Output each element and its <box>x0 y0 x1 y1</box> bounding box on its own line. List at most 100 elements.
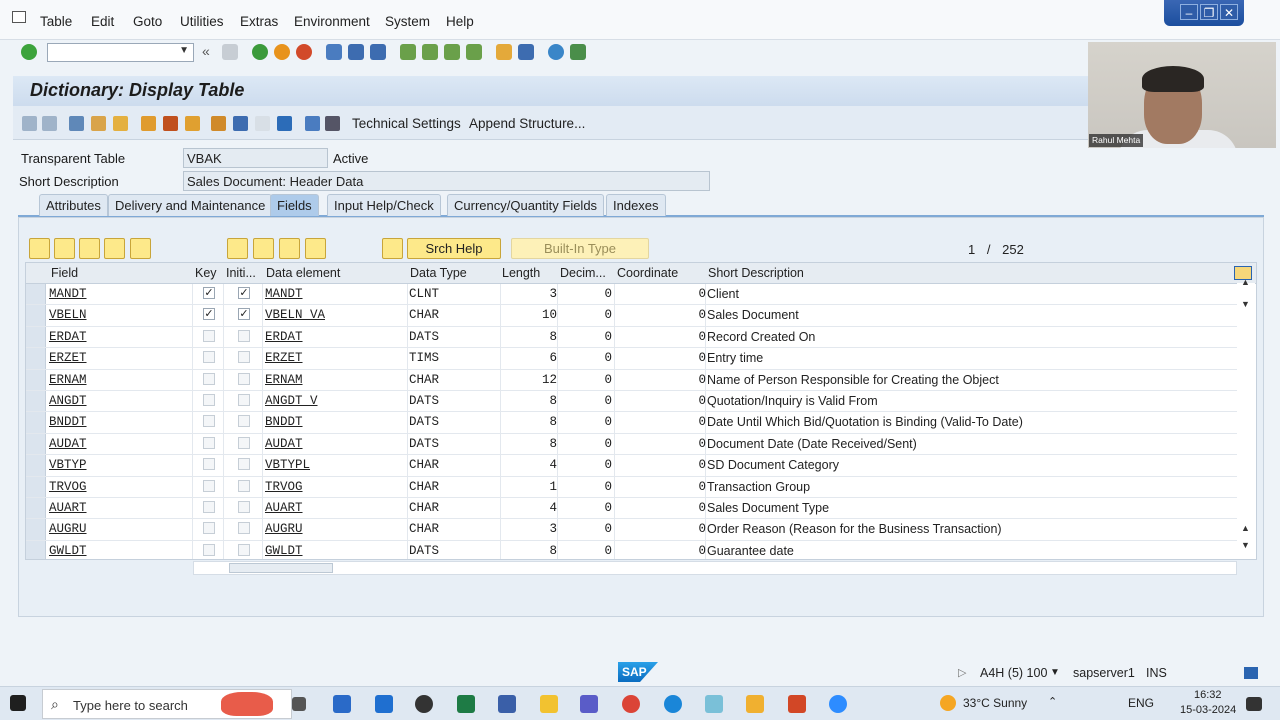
excel-icon[interactable] <box>457 695 475 713</box>
horizontal-scrollbar[interactable] <box>193 561 1237 575</box>
field-name-cell[interactable]: ANGDT <box>49 394 87 408</box>
system-info[interactable]: A4H (5) 100 <box>980 666 1047 680</box>
first-page-icon[interactable] <box>400 44 416 60</box>
select-all-icon[interactable] <box>253 238 274 259</box>
forward-arrow-icon[interactable] <box>42 116 57 131</box>
create-session-icon[interactable] <box>496 44 512 60</box>
minimize-button[interactable]: – <box>1180 4 1198 20</box>
file-explorer-icon[interactable] <box>540 695 558 713</box>
row-selector[interactable] <box>26 476 46 497</box>
cut-icon[interactable] <box>29 238 50 259</box>
field-name-cell[interactable]: ERZET <box>49 351 87 365</box>
key-checkbox[interactable]: ✓ <box>203 308 215 321</box>
field-name-cell[interactable]: VBELN <box>49 308 87 322</box>
windows-start-icon[interactable] <box>10 695 26 711</box>
data-element-cell[interactable]: GWLDT <box>265 544 303 558</box>
col-initial[interactable]: Initi... <box>226 266 256 280</box>
shortcut-icon[interactable] <box>518 44 534 60</box>
tray-chevron-icon[interactable]: ⌃ <box>1048 695 1057 708</box>
previous-page-icon[interactable] <box>422 44 438 60</box>
search-help-button[interactable]: Srch Help <box>407 238 501 259</box>
zoom-icon[interactable] <box>829 695 847 713</box>
field-name-cell[interactable]: ERDAT <box>49 330 87 344</box>
lock-icon[interactable] <box>1244 667 1258 679</box>
data-element-cell[interactable]: AUART <box>265 501 303 515</box>
chrome-icon[interactable] <box>622 695 640 713</box>
table-row[interactable]: MANDT ✓ ✓ MANDT CLNT 3 0 0 Client <box>26 284 1240 306</box>
taskbar-search[interactable]: ⌕ Type here to search <box>42 689 292 719</box>
field-name-cell[interactable]: AUDAT <box>49 437 87 451</box>
key-checkbox[interactable] <box>203 372 215 385</box>
row-selector[interactable] <box>26 369 46 390</box>
filter-down-icon[interactable] <box>227 238 248 259</box>
data-element-cell[interactable]: ANGDT_V <box>265 394 318 408</box>
field-name-cell[interactable]: VBTYP <box>49 458 87 472</box>
table-view-icon[interactable] <box>325 116 340 131</box>
find-icon[interactable] <box>348 44 364 60</box>
close-button[interactable]: ✕ <box>1220 4 1238 20</box>
tab-input-help-check[interactable]: Input Help/Check <box>327 194 441 216</box>
col-short-description[interactable]: Short Description <box>708 266 804 280</box>
key-checkbox[interactable] <box>203 415 215 428</box>
menu-help[interactable]: Help <box>446 14 474 29</box>
mail-icon[interactable] <box>375 695 393 713</box>
last-page-icon[interactable] <box>466 44 482 60</box>
data-element-cell[interactable]: AUGRU <box>265 522 303 536</box>
key-checkbox[interactable] <box>203 351 215 364</box>
data-element-cell[interactable]: ERNAM <box>265 373 303 387</box>
key-checkbox[interactable] <box>203 501 215 513</box>
key-checkbox[interactable]: ✓ <box>203 287 215 299</box>
menu-utilities[interactable]: Utilities <box>180 14 224 29</box>
initial-checkbox[interactable] <box>238 415 250 428</box>
field-name-cell[interactable]: AUGRU <box>49 522 87 536</box>
info-icon[interactable] <box>277 116 292 131</box>
row-selector[interactable] <box>26 540 46 559</box>
row-selector[interactable] <box>26 348 46 369</box>
table-row[interactable]: ERNAM ERNAM CHAR 12 0 0 Name of Person Respons… <box>26 369 1240 391</box>
tab-attributes[interactable]: Attributes <box>39 194 108 216</box>
vertical-scrollbar[interactable]: ▲ ▼ ▲ ▼ <box>1237 277 1255 559</box>
append-structure-button[interactable]: Append Structure... <box>469 116 585 131</box>
data-element-cell[interactable]: VBELN_VA <box>265 308 325 322</box>
field-name-cell[interactable]: GWLDT <box>49 544 87 558</box>
key-checkbox[interactable] <box>203 458 215 471</box>
display-change-icon[interactable] <box>69 116 84 131</box>
field-name-cell[interactable]: BNDDT <box>49 415 87 429</box>
sap-logon-icon[interactable] <box>705 695 723 713</box>
col-key[interactable]: Key <box>195 266 217 280</box>
back-arrow-icon[interactable] <box>22 116 37 131</box>
table-row[interactable]: ERZET ERZET TIMS 6 0 0 Entry time <box>26 348 1240 370</box>
copy-icon[interactable] <box>54 238 75 259</box>
table-row[interactable]: AUGRU AUGRU CHAR 3 0 0 Order Reason (Reason fo… <box>26 519 1240 541</box>
activate-icon[interactable] <box>113 116 128 131</box>
edit-search-help-icon[interactable] <box>382 238 403 259</box>
initial-checkbox[interactable]: ✓ <box>238 308 250 321</box>
dell-icon[interactable] <box>415 695 433 713</box>
settings-icon[interactable] <box>570 44 586 60</box>
object-list-icon[interactable] <box>185 116 200 131</box>
tab-delivery-maintenance[interactable]: Delivery and Maintenance <box>108 194 273 216</box>
menu-goto[interactable]: Goto <box>133 14 162 29</box>
table-name-field[interactable]: VBAK <box>183 148 328 168</box>
edit-icon[interactable] <box>163 116 178 131</box>
collapse-icon[interactable]: « <box>202 43 210 59</box>
hierarchy-icon[interactable] <box>211 116 226 131</box>
scroll-up-bottom-icon[interactable]: ▲ <box>1241 523 1250 533</box>
row-selector[interactable] <box>26 391 46 412</box>
store-icon[interactable] <box>333 695 351 713</box>
scroll-up-icon[interactable]: ▲ <box>1241 277 1250 287</box>
initial-checkbox[interactable] <box>238 501 250 513</box>
where-used-icon[interactable] <box>141 116 156 131</box>
table-row[interactable]: AUDAT AUDAT DATS 8 0 0 Document Date (Date Rec… <box>26 433 1240 456</box>
initial-checkbox[interactable] <box>238 351 250 364</box>
data-element-cell[interactable]: ERDAT <box>265 330 303 344</box>
tab-fields[interactable]: Fields <box>270 194 319 216</box>
initial-checkbox[interactable] <box>238 543 250 556</box>
initial-checkbox[interactable] <box>238 436 250 449</box>
window-icon[interactable] <box>255 116 270 131</box>
find-next-icon[interactable] <box>370 44 386 60</box>
sap-gui-icon[interactable] <box>746 695 764 713</box>
delete-row-icon[interactable] <box>130 238 151 259</box>
menu-environment[interactable]: Environment <box>294 14 370 29</box>
people-icon[interactable] <box>498 695 516 713</box>
